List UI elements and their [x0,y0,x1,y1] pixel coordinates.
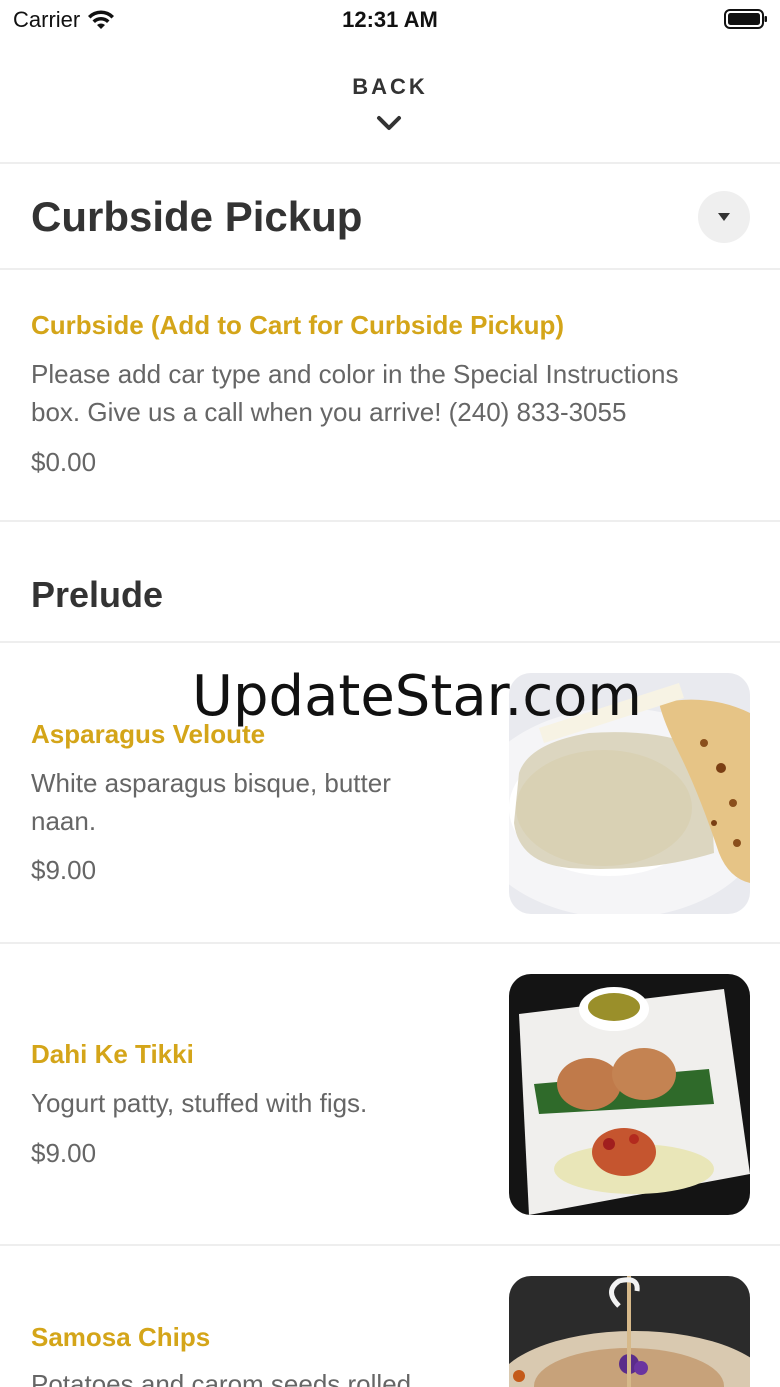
item-price: $9.00 [31,855,97,885]
divider [0,268,780,270]
divider [0,162,780,164]
divider [0,1244,780,1246]
divider [0,520,780,522]
page-title: Curbside Pickup [31,193,363,240]
battery-icon [724,9,767,29]
caret-down-icon [718,213,730,221]
status-bar: Carrier 12:31 AM [0,0,780,40]
divider [0,942,780,944]
item-price: $0.00 [31,447,97,477]
back-button[interactable]: BACK [0,40,780,163]
item-image [509,974,750,1215]
chevron-down-icon [377,116,401,130]
item-name: Curbside (Add to Cart for Curbside Picku… [31,310,565,340]
category-dropdown-button[interactable] [698,191,750,243]
item-description: Yogurt patty, stuffed with figs. [31,1088,368,1118]
item-name: Dahi Ke Tikki [31,1039,194,1069]
back-label: BACK [352,74,428,99]
item-price: $9.00 [31,1138,97,1168]
item-description: Potatoes and carom seeds rolled [31,1369,412,1387]
divider [0,641,780,643]
item-description: Please add car type and color in the Spe… [31,359,679,427]
item-image [509,1276,750,1387]
item-name: Samosa Chips [31,1322,211,1352]
item-description: White asparagus bisque, butter naan. [31,768,391,836]
status-time: 12:31 AM [342,7,438,32]
watermark: UpdateStar.com [192,664,642,729]
section-title: Prelude [31,574,164,615]
